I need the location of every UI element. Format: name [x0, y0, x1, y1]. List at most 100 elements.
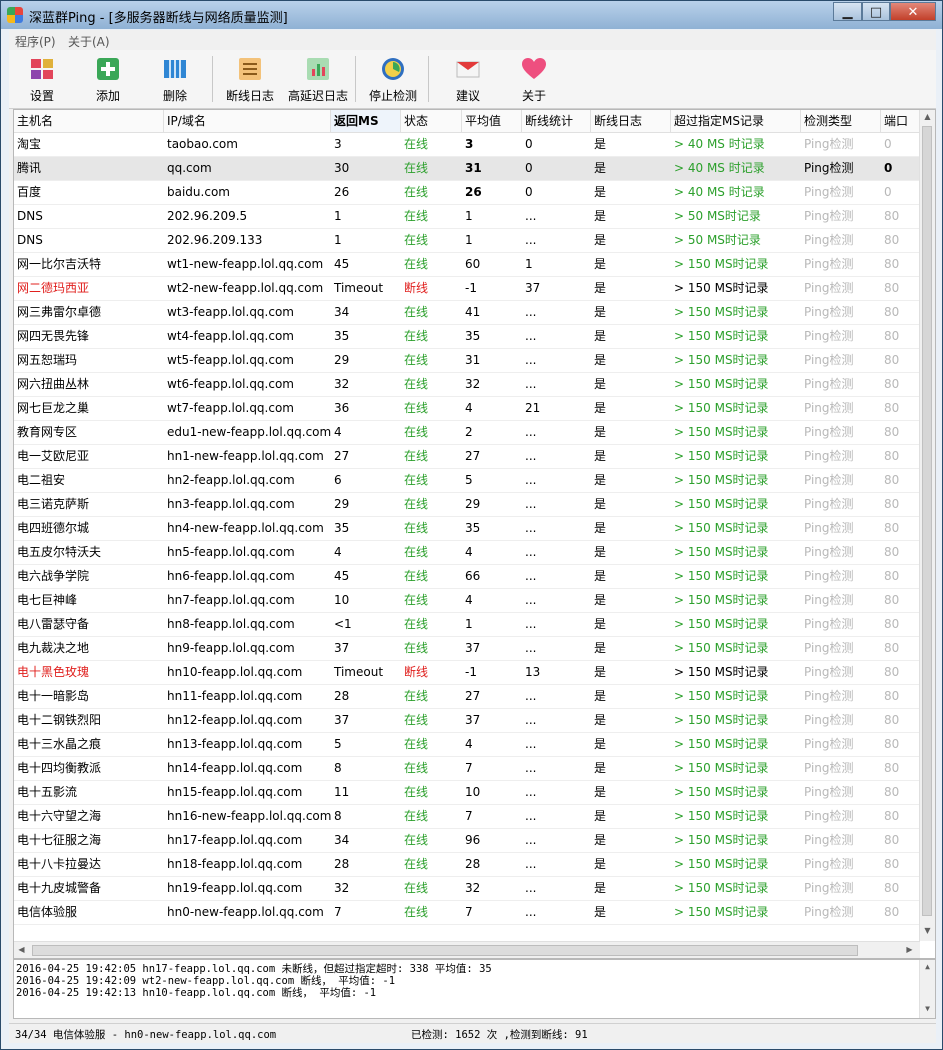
- table-row[interactable]: 教育网专区 edu1-new-feapp.lol.qq.com 4 在线 2... 是 > …: [14, 421, 920, 445]
- table-row[interactable]: DNS 202.96.209.133 1 在线 1... 是 > 50 MS时记录 Ping检…: [14, 229, 920, 253]
- table-row[interactable]: 百度 baidu.com 26 在线 26 0 是 > 40 MS 时记录 Ping检测 0: [14, 181, 920, 205]
- maximize-button[interactable]: □: [862, 2, 890, 21]
- table-row[interactable]: 电七巨神峰 hn7-feapp.lol.qq.com 10 在线 4... 是 > 150 …: [14, 589, 920, 613]
- table-row[interactable]: 腾讯 qq.com 30 在线 31 0 是 > 40 MS 时记录 Ping检测 0: [14, 157, 920, 181]
- cell-average: 4: [465, 737, 473, 751]
- table-row[interactable]: 电十二钢铁烈阳 hn12-feapp.lol.qq.com 37 在线 37... 是 > …: [14, 709, 920, 733]
- table-row[interactable]: 电十九皮城警备 hn19-feapp.lol.qq.com 32 在线 32... 是 > …: [14, 877, 920, 901]
- cell-status: 在线: [404, 617, 429, 631]
- cell-check-type: Ping检测: [804, 329, 854, 343]
- table-row[interactable]: DNS 202.96.209.5 1 在线 1... 是 > 50 MS时记录 Ping检测 8…: [14, 205, 920, 229]
- log-scrollbar[interactable]: ▲ ▼: [919, 960, 935, 1018]
- cell-disconnect-count: ...: [525, 497, 537, 511]
- table-row[interactable]: 电十七征服之海 hn17-feapp.lol.qq.com 34 在线 96... 是 > …: [14, 829, 920, 853]
- scroll-left-arrow-icon[interactable]: ◀: [14, 945, 29, 954]
- table-row[interactable]: 电十黑色玫瑰 hn10-feapp.lol.qq.com Timeout 断线 -1 13…: [14, 661, 920, 685]
- cell-ip: hn11-feapp.lol.qq.com: [167, 689, 303, 703]
- table-row[interactable]: 电八雷瑟守备 hn8-feapp.lol.qq.com <1 在线 1... 是 > 150…: [14, 613, 920, 637]
- table-row[interactable]: 电四班德尔城 hn4-new-feapp.lol.qq.com 35 在线 35... 是…: [14, 517, 920, 541]
- table-row[interactable]: 电十四均衡教派 hn14-feapp.lol.qq.com 8 在线 7... 是 > 15…: [14, 757, 920, 781]
- disconnect-log-button[interactable]: 断线日志: [221, 54, 279, 106]
- cell-ms: 1: [334, 233, 342, 247]
- menu-about[interactable]: 关于(A): [68, 33, 110, 50]
- vertical-scroll-thumb[interactable]: [922, 126, 932, 916]
- cell-average: 29: [465, 497, 481, 511]
- header-col-ms[interactable]: 返回MS: [331, 110, 401, 132]
- table-row[interactable]: 网三弗雷尔卓德 wt3-feapp.lol.qq.com 34 在线 41... 是 > 1…: [14, 301, 920, 325]
- high-latency-log-button[interactable]: 高延迟日志: [285, 54, 351, 106]
- table-row[interactable]: 电十六守望之海 hn16-new-feapp.lol.qq.com 8 在线 7... 是…: [14, 805, 920, 829]
- table-row[interactable]: 电二祖安 hn2-feapp.lol.qq.com 6 在线 5... 是 > 150 MS…: [14, 469, 920, 493]
- table-row[interactable]: 淘宝 taobao.com 3 在线 3 0 是 > 40 MS 时记录 Ping检测 0: [14, 133, 920, 157]
- vertical-scrollbar[interactable]: ▲ ▼: [919, 110, 935, 941]
- table-row[interactable]: 电十八卡拉曼达 hn18-feapp.lol.qq.com 28 在线 28... 是 > …: [14, 853, 920, 877]
- about-button[interactable]: 关于: [509, 54, 559, 106]
- add-label: 添加: [95, 89, 120, 103]
- minimize-button[interactable]: ▁: [833, 2, 862, 21]
- cell-port: 80: [884, 641, 900, 655]
- header-col-port[interactable]: 端口: [881, 110, 920, 132]
- about-label: 关于: [521, 89, 546, 103]
- horizontal-scroll-thumb[interactable]: [32, 945, 858, 956]
- table-row[interactable]: 电三诺克萨斯 hn3-feapp.lol.qq.com 29 在线 29... 是 > 15…: [14, 493, 920, 517]
- cell-hostname: 电四班德尔城: [17, 521, 90, 535]
- scroll-up-arrow-icon[interactable]: ▲: [920, 112, 935, 121]
- table-row[interactable]: 网四无畏先锋 wt4-feapp.lol.qq.com 35 在线 35... 是 > 15…: [14, 325, 920, 349]
- table-row[interactable]: 网六扭曲丛林 wt6-feapp.lol.qq.com 32 在线 32... 是 > 15…: [14, 373, 920, 397]
- header-col-disconnect-log[interactable]: 断线日志: [591, 110, 671, 132]
- table-row[interactable]: 电十三水晶之痕 hn13-feapp.lol.qq.com 5 在线 4... 是 > 15…: [14, 733, 920, 757]
- cell-average: 27: [465, 449, 481, 463]
- header-col-hostname[interactable]: 主机名: [14, 110, 164, 132]
- toolbar-separator: [212, 56, 213, 102]
- cell-hostname: 电十二钢铁烈阳: [17, 713, 102, 727]
- cell-disconnect-log: 是: [594, 209, 607, 223]
- cell-hostname: 电一艾欧尼亚: [17, 449, 90, 463]
- cell-port: 80: [884, 401, 900, 415]
- stop-detect-button[interactable]: 停止检测: [365, 54, 421, 106]
- header-col-status[interactable]: 状态: [401, 110, 462, 132]
- horizontal-scrollbar[interactable]: ◀ ▶: [14, 941, 920, 958]
- close-button[interactable]: ✕: [890, 2, 936, 21]
- log-scroll-up-icon[interactable]: ▲: [920, 962, 935, 971]
- delete-button[interactable]: 删除: [150, 54, 200, 106]
- menu-program[interactable]: 程序(P): [15, 33, 56, 50]
- server-list[interactable]: 主机名 IP/域名 返回MS 状态 平均值 断线统计 断线日志 超过指定MS记录 检测类型 端口 …: [13, 109, 936, 959]
- cell-port: 80: [884, 473, 900, 487]
- header-col-ip[interactable]: IP/域名: [164, 110, 331, 132]
- cell-threshold: > 150 MS时记录: [674, 353, 769, 367]
- table-row[interactable]: 电信体验服 hn0-new-feapp.lol.qq.com 7 在线 7... 是 > 1…: [14, 901, 920, 925]
- table-row[interactable]: 网二德玛西亚 wt2-new-feapp.lol.qq.com Timeout 断线 -…: [14, 277, 920, 301]
- scroll-right-arrow-icon[interactable]: ▶: [902, 945, 917, 954]
- cell-average: -1: [465, 281, 477, 295]
- table-row[interactable]: 网一比尔吉沃特 wt1-new-feapp.lol.qq.com 45 在线 60 1 是 >…: [14, 253, 920, 277]
- table-row[interactable]: 电五皮尔特沃夫 hn5-feapp.lol.qq.com 4 在线 4... 是 > 150…: [14, 541, 920, 565]
- header-col-average[interactable]: 平均值: [462, 110, 522, 132]
- table-row[interactable]: 电十一暗影岛 hn11-feapp.lol.qq.com 28 在线 27... 是 > 1…: [14, 685, 920, 709]
- cell-disconnect-count: ...: [525, 545, 537, 559]
- cell-ip: hn10-feapp.lol.qq.com: [167, 665, 303, 679]
- scroll-down-arrow-icon[interactable]: ▼: [920, 926, 935, 935]
- log-scroll-down-icon[interactable]: ▼: [920, 1004, 935, 1013]
- add-button[interactable]: 添加: [83, 54, 133, 106]
- suggestion-label: 建议: [455, 89, 480, 103]
- table-row[interactable]: 电六战争学院 hn6-feapp.lol.qq.com 45 在线 66... 是 > 15…: [14, 565, 920, 589]
- table-row[interactable]: 电十五影流 hn15-feapp.lol.qq.com 11 在线 10... 是 > 15…: [14, 781, 920, 805]
- settings-button[interactable]: 设置: [17, 54, 67, 106]
- table-row[interactable]: 网七巨龙之巢 wt7-feapp.lol.qq.com 36 在线 4 21 是 > 150 …: [14, 397, 920, 421]
- cell-hostname: 教育网专区: [17, 425, 78, 439]
- event-log[interactable]: 2016-04-25 19:42:05 hn17-feapp.lol.qq.co…: [13, 959, 936, 1019]
- table-row[interactable]: 电九裁决之地 hn9-feapp.lol.qq.com 37 在线 37... 是 > 15…: [14, 637, 920, 661]
- cell-disconnect-log: 是: [594, 713, 607, 727]
- table-row[interactable]: 网五恕瑞玛 wt5-feapp.lol.qq.com 29 在线 31... 是 > 150…: [14, 349, 920, 373]
- header-col-threshold[interactable]: 超过指定MS记录: [671, 110, 801, 132]
- header-col-disconnect-count[interactable]: 断线统计: [522, 110, 591, 132]
- cell-threshold: > 50 MS时记录: [674, 209, 761, 223]
- status-summary: 已检测: 1652 次 ,检测到断线: 91: [411, 1029, 588, 1041]
- suggestion-button[interactable]: 建议: [443, 54, 493, 106]
- cell-ms: 29: [334, 353, 350, 367]
- cell-threshold: > 150 MS时记录: [674, 545, 769, 559]
- table-row[interactable]: 电一艾欧尼亚 hn1-new-feapp.lol.qq.com 27 在线 27... 是…: [14, 445, 920, 469]
- title-bar[interactable]: 深蓝群Ping - [多服务器断线与网络质量监测] ▁ □ ✕: [1, 1, 942, 29]
- cell-ip: hn19-feapp.lol.qq.com: [167, 881, 303, 895]
- header-col-check-type[interactable]: 检测类型: [801, 110, 881, 132]
